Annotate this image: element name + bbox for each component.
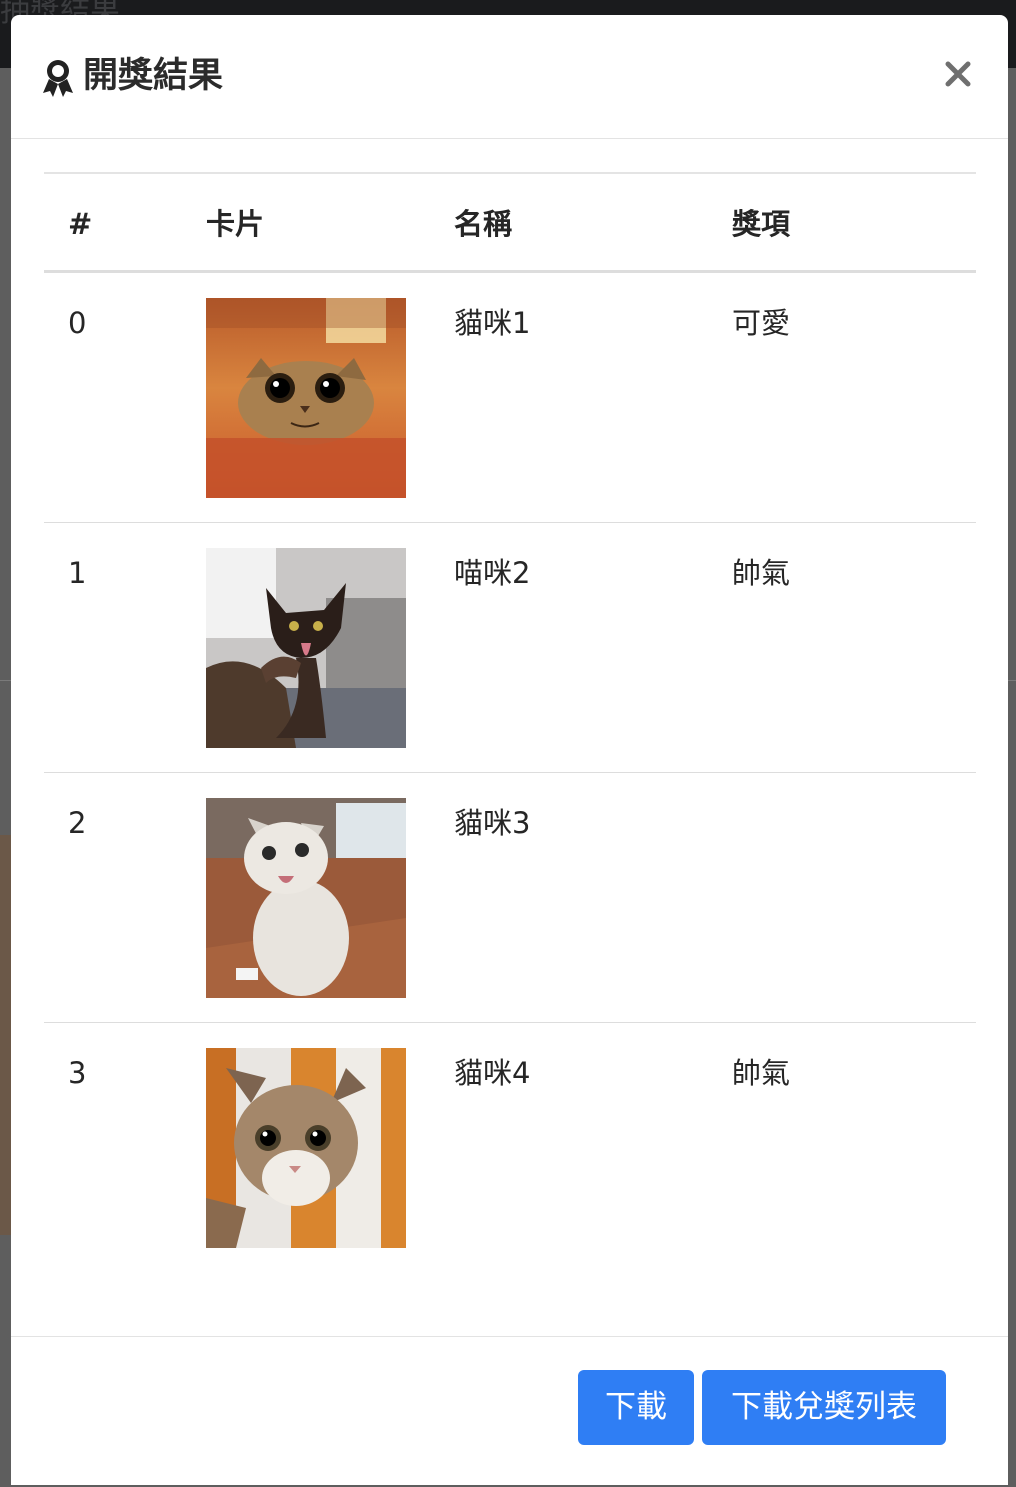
award-icon — [43, 60, 73, 97]
row-num: 1 — [68, 556, 87, 590]
row-num: 3 — [68, 1056, 87, 1090]
cat-photo-2 — [206, 548, 406, 748]
cat-photo-4 — [206, 1048, 406, 1248]
table-row: 0 貓咪1 可愛 — [44, 273, 976, 523]
cat-photo-3 — [206, 798, 406, 998]
row-name: 喵咪2 — [454, 556, 531, 590]
modal-footer: 下載 下載兌獎列表 — [11, 1336, 1008, 1487]
row-num: 0 — [68, 306, 87, 340]
row-prize: 帥氣 — [732, 1056, 791, 1090]
row-num: 2 — [68, 806, 87, 840]
backdrop-divider — [1008, 680, 1016, 681]
row-name: 貓咪1 — [454, 306, 531, 340]
header-prize: 獎項 — [732, 207, 791, 241]
download-prize-list-button[interactable]: 下載兌獎列表 — [702, 1370, 946, 1445]
table-row: 1 喵咪2 帥氣 — [44, 523, 976, 773]
row-name: 貓咪4 — [454, 1056, 531, 1090]
table-header: # 卡片 名稱 獎項 — [44, 174, 976, 273]
row-prize: 可愛 — [732, 306, 791, 340]
modal-header: 開獎結果 — [11, 15, 1008, 139]
modal-title: 開獎結果 — [83, 56, 224, 96]
row-prize: 帥氣 — [732, 556, 791, 590]
download-button[interactable]: 下載 — [578, 1370, 694, 1445]
results-modal: 開獎結果 # 卡片 名稱 獎項 0 貓咪1 可愛 1 喵咪2 帥氣 2 貓咪3 … — [11, 15, 1008, 1485]
backdrop-image-edge — [0, 835, 11, 1235]
header-name: 名稱 — [454, 207, 513, 241]
table-row: 2 貓咪3 — [44, 773, 976, 1023]
header-card: 卡片 — [206, 207, 265, 241]
table-row: 3 貓咪4 帥氣 — [44, 1023, 976, 1272]
backdrop-divider — [0, 680, 11, 681]
results-table: # 卡片 名稱 獎項 0 貓咪1 可愛 1 喵咪2 帥氣 2 貓咪3 3 貓咪4… — [44, 172, 976, 1272]
row-name: 貓咪3 — [454, 806, 531, 840]
close-icon[interactable] — [941, 57, 975, 91]
header-num: # — [68, 207, 93, 241]
cat-photo-1 — [206, 298, 406, 498]
